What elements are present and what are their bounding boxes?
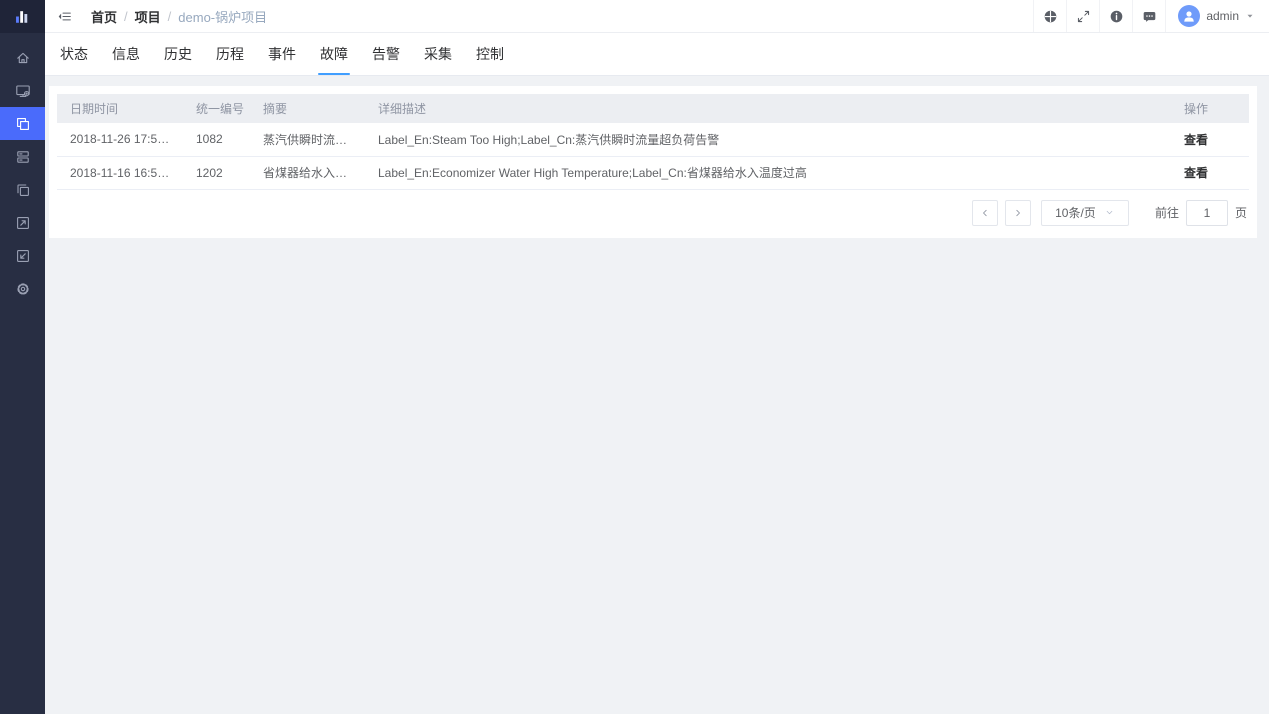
table-row: 2018-11-26 17:58:431082蒸汽供瞬时流量超负荷...Labe…	[57, 123, 1249, 157]
sidebar	[0, 0, 45, 714]
home-icon	[15, 50, 31, 66]
copy-stack-icon	[15, 182, 31, 198]
language-globe-icon	[1043, 9, 1058, 24]
column-header: 日期时间	[57, 94, 183, 123]
tab-7[interactable]: 采集	[422, 33, 454, 75]
prev-page-button[interactable]	[971, 199, 998, 226]
cell-summary: 省煤器给水入温度过高	[250, 156, 365, 190]
avatar	[1178, 5, 1201, 27]
cell-datetime: 2018-11-16 16:56:36	[57, 156, 183, 190]
person-icon	[1181, 8, 1197, 24]
info-icon	[1109, 9, 1124, 24]
settings-gear-icon	[15, 281, 31, 297]
tab-5[interactable]: 故障	[318, 33, 350, 75]
app-logo[interactable]	[0, 0, 45, 33]
sidebar-menu	[0, 33, 45, 305]
monitor-settings-icon	[15, 83, 31, 99]
message-icon	[1142, 9, 1157, 24]
content-area: 日期时间 统一编号 摘要 详细描述 操作 2018-11-26 17:58:43 1082…	[45, 76, 1269, 714]
breadcrumb-separator: /	[167, 8, 172, 24]
goto-label: 前往	[1154, 206, 1179, 220]
sidebar-item-square-arrow-up[interactable]	[0, 206, 45, 239]
bar-chart-logo-icon	[13, 7, 32, 26]
column-header: 摘要	[250, 94, 365, 123]
sidebar-item-settings-gear[interactable]	[0, 272, 45, 305]
chevron-right-icon	[1012, 207, 1024, 219]
sidebar-item-monitor-settings[interactable]	[0, 74, 45, 107]
main-area: 首页 / 项目 / demo-锅炉项目 admin 状态 信息 历史 历程 事件 故障 告警…	[45, 0, 1269, 714]
sidebar-item-server-list[interactable]	[0, 140, 45, 173]
chevron-left-icon	[979, 207, 991, 219]
view-button[interactable]: 查看	[1184, 166, 1208, 180]
cell-code: 1082	[183, 123, 250, 157]
tab-2[interactable]: 历史	[162, 33, 194, 75]
next-page-button[interactable]	[1004, 199, 1031, 226]
server-list-icon	[15, 149, 31, 165]
message-button[interactable]	[1132, 0, 1165, 32]
caret-down-icon	[1245, 11, 1255, 21]
breadcrumb-project[interactable]: 项目	[135, 7, 161, 26]
page-size-value: 10条/页	[1055, 206, 1096, 220]
breadcrumb-separator: /	[124, 8, 128, 24]
tab-bar: 状态 信息 历史 历程 事件 故障 告警 采集 控制	[45, 33, 1269, 76]
column-header: 操作	[1171, 94, 1249, 123]
breadcrumb-current: demo-锅炉项目	[178, 9, 268, 25]
cell-datetime: 2018-11-26 17:58:43	[57, 123, 183, 157]
column-header: 统一编号	[183, 94, 250, 123]
tab-1[interactable]: 信息	[110, 33, 142, 75]
fault-table-card: 日期时间 统一编号 摘要 详细描述 操作 2018-11-26 17:58:43 1082…	[49, 86, 1257, 238]
overlapping-squares-icon	[15, 116, 31, 132]
fullscreen-icon	[1076, 9, 1091, 24]
user-menu[interactable]: admin	[1165, 0, 1269, 32]
sidebar-item-home[interactable]	[0, 41, 45, 74]
page-unit-label: 页	[1234, 206, 1247, 220]
column-header: 详细描述	[365, 94, 1171, 123]
tab-6[interactable]: 告警	[370, 33, 402, 75]
table-header-row: 日期时间 统一编号 摘要 详细描述 操作	[57, 94, 1249, 123]
tab-0[interactable]: 状态	[58, 33, 90, 75]
sidebar-collapse-button[interactable]	[45, 0, 83, 32]
square-arrow-down-icon	[15, 248, 31, 264]
goto-page-input[interactable]	[1185, 199, 1228, 226]
cell-action: 查看	[1171, 123, 1249, 157]
tab-4[interactable]: 事件	[266, 33, 298, 75]
collapse-menu-icon	[57, 9, 72, 24]
breadcrumb-home[interactable]: 首页	[91, 7, 117, 26]
topbar: 首页 / 项目 / demo-锅炉项目 admin	[45, 0, 1269, 33]
sidebar-item-copy-stack[interactable]	[0, 173, 45, 206]
info-button[interactable]	[1099, 0, 1132, 32]
app-root: 首页 / 项目 / demo-锅炉项目 admin 状态 信息 历史 历程 事件 故障 告警…	[0, 0, 1269, 714]
page-size-select[interactable]: 10条/页	[1040, 199, 1129, 226]
view-button[interactable]: 查看	[1184, 133, 1208, 147]
language-globe-button[interactable]	[1033, 0, 1066, 32]
username: admin	[1206, 9, 1239, 23]
fault-table: 日期时间 统一编号 摘要 详细描述 操作 2018-11-26 17:58:43 1082…	[57, 94, 1249, 190]
topbar-actions: admin	[1033, 0, 1269, 32]
cell-description: Label_En:Steam Too High;Label_Cn:蒸汽供瞬时流量…	[365, 123, 1171, 157]
breadcrumb: 首页 / 项目 / demo-锅炉项目	[91, 7, 267, 26]
cell-summary: 蒸汽供瞬时流量超负荷...	[250, 123, 365, 157]
tab-3[interactable]: 历程	[214, 33, 246, 75]
table-row: 2018-11-16 16:56:361202省煤器给水入温度过高Label_E…	[57, 156, 1249, 190]
sidebar-item-square-arrow-down[interactable]	[0, 239, 45, 272]
pagination: 10条/页 前往 页	[57, 190, 1249, 232]
goto-page: 前往 页	[1154, 199, 1247, 226]
tab-8[interactable]: 控制	[474, 33, 506, 75]
fullscreen-button[interactable]	[1066, 0, 1099, 32]
square-arrow-up-icon	[15, 215, 31, 231]
cell-code: 1202	[183, 156, 250, 190]
cell-description: Label_En:Economizer Water High Temperatu…	[365, 156, 1171, 190]
cell-action: 查看	[1171, 156, 1249, 190]
sidebar-item-overlapping-squares[interactable]	[0, 107, 45, 140]
chevron-down-icon	[1104, 207, 1115, 218]
